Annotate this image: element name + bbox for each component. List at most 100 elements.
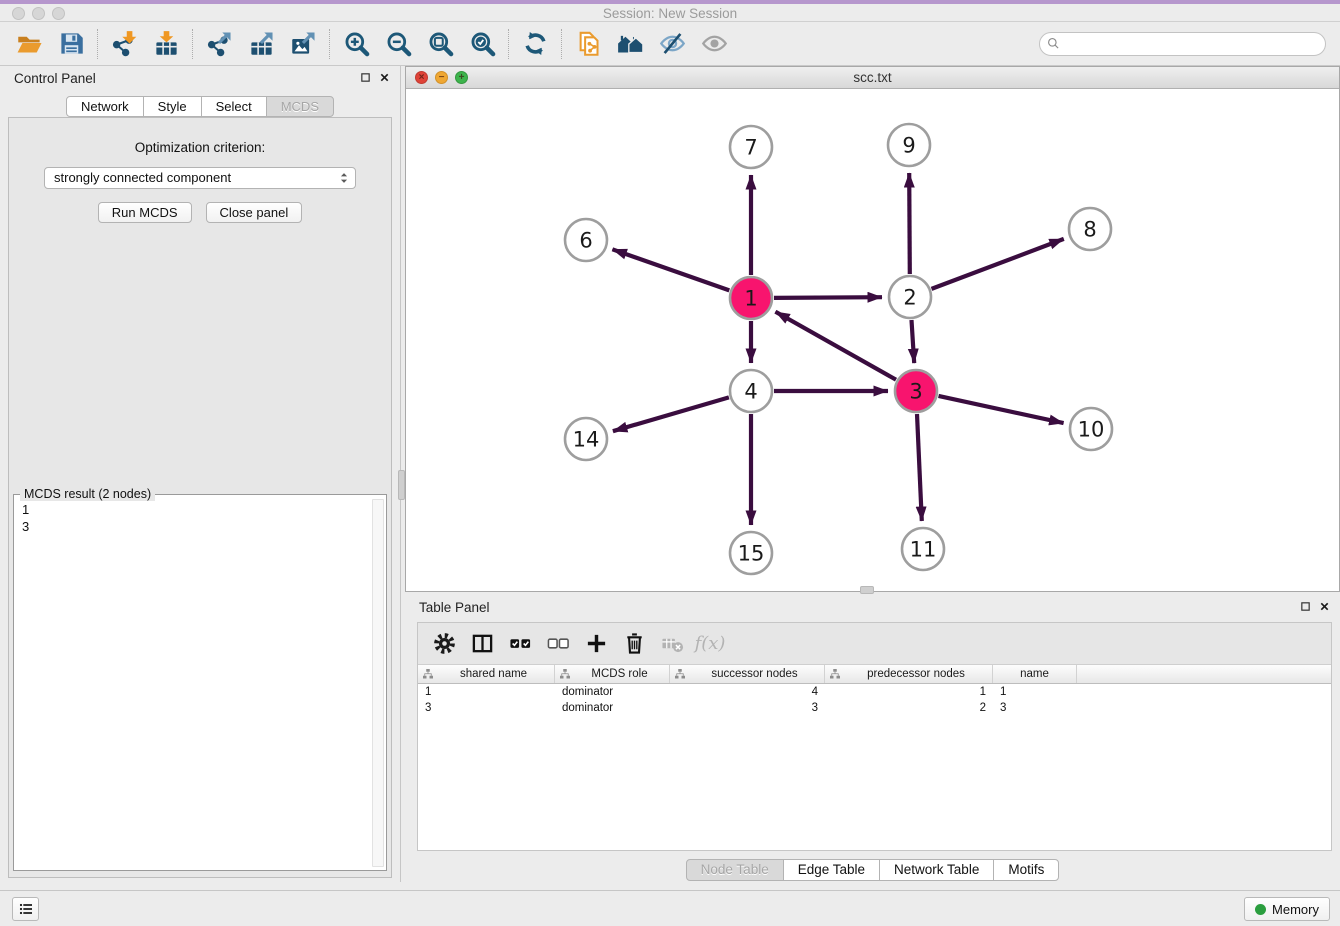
criterion-dropdown[interactable]: strongly connected component [44, 167, 356, 189]
tab-edge-table[interactable]: Edge Table [783, 859, 880, 881]
home-neighbors-button[interactable] [609, 26, 651, 62]
add-row-button[interactable] [580, 628, 612, 660]
cell-mcds-role[interactable]: dominator [555, 684, 670, 700]
run-mcds-button[interactable]: Run MCDS [98, 202, 192, 223]
export-network-button[interactable] [198, 26, 240, 62]
zoom-selected-icon [469, 30, 496, 57]
float-table-panel-icon[interactable] [1300, 601, 1311, 612]
cell-predecessor-nodes[interactable]: 2 [825, 700, 993, 716]
float-panel-icon[interactable] [360, 72, 371, 83]
tab-network-table[interactable]: Network Table [879, 859, 994, 881]
save-icon [58, 30, 85, 57]
cell-name[interactable]: 3 [993, 700, 1077, 716]
tab-mcds[interactable]: MCDS [266, 96, 334, 117]
split-columns-button[interactable] [466, 628, 498, 660]
import-network-button[interactable] [103, 26, 145, 62]
tab-motifs[interactable]: Motifs [993, 859, 1059, 881]
graph-edge-3-11[interactable] [917, 414, 922, 521]
cell-successor-nodes[interactable]: 3 [670, 700, 825, 716]
column-header-shared-name[interactable]: shared name [418, 665, 555, 683]
column-header-mcds-role[interactable]: MCDS role [555, 665, 670, 683]
horizontal-splitter-handle[interactable] [860, 586, 874, 594]
zoom-out-button[interactable] [377, 26, 419, 62]
attribute-tree-icon [422, 668, 434, 680]
column-header-predecessor-nodes[interactable]: predecessor nodes [825, 665, 993, 683]
cell-predecessor-nodes[interactable]: 1 [825, 684, 993, 700]
graph-edge-2-9[interactable] [909, 173, 910, 274]
graph-node-label-14: 14 [573, 428, 600, 452]
search-input[interactable] [1039, 32, 1326, 56]
gear-button[interactable] [428, 628, 460, 660]
graph-edge-1-2[interactable] [774, 297, 882, 298]
refresh-button[interactable] [514, 26, 556, 62]
graph-edge-2-8[interactable] [932, 239, 1064, 289]
open-folder-button[interactable] [8, 26, 50, 62]
control-panel-tabs: NetworkStyleSelectMCDS [0, 96, 400, 117]
status-bar: Memory [0, 890, 1340, 926]
graph-node-label-11: 11 [910, 538, 937, 562]
import-table-button[interactable] [145, 26, 187, 62]
toolbar-separator [508, 29, 509, 59]
mcds-result-lines: 13 [14, 499, 370, 870]
node-table-box: f(x) shared nameMCDS rolesuccessor nodes… [417, 622, 1332, 851]
graph-edge-2-3[interactable] [912, 320, 915, 363]
duplicate-network-button[interactable] [567, 26, 609, 62]
zoom-fit-button[interactable] [419, 26, 461, 62]
column-header-name[interactable]: name [993, 665, 1077, 683]
close-panel-icon[interactable] [379, 72, 390, 83]
select-all-button[interactable] [504, 628, 536, 660]
graph-edge-3-10[interactable] [939, 396, 1064, 423]
network-view-window: × − + scc.txt 7968124314101511 [405, 66, 1340, 592]
home-neighbors-icon [617, 30, 644, 57]
delete-row-button[interactable] [618, 628, 650, 660]
show-all-eye-icon [701, 30, 728, 57]
memory-button[interactable]: Memory [1244, 897, 1330, 921]
table-type-tabs: Node TableEdge TableNetwork TableMotifs [405, 859, 1340, 881]
table-rows: 1dominator4113dominator323 [418, 684, 1331, 716]
column-header-successor-nodes[interactable]: successor nodes [670, 665, 825, 683]
graph-node-label-8: 8 [1083, 218, 1096, 242]
table-toolbar: f(x) [418, 623, 1331, 665]
cell-shared-name[interactable]: 3 [418, 700, 555, 716]
graph-edge-3-1[interactable] [775, 312, 896, 380]
close-panel-button[interactable]: Close panel [206, 202, 303, 223]
table-row[interactable]: 1dominator411 [418, 684, 1331, 700]
hide-selected-eye-button[interactable] [651, 26, 693, 62]
export-image-icon [290, 30, 317, 57]
vertical-splitter-handle[interactable] [398, 470, 405, 500]
show-panels-button[interactable] [12, 897, 39, 921]
zoom-selected-button[interactable] [461, 26, 503, 62]
close-table-panel-icon[interactable] [1319, 601, 1330, 612]
window-accent-strip [0, 0, 1340, 4]
function-fx-button: f(x) [694, 628, 726, 660]
control-panel-header: Control Panel [0, 66, 400, 92]
open-folder-icon [16, 30, 43, 57]
cell-shared-name[interactable]: 1 [418, 684, 555, 700]
tab-network[interactable]: Network [66, 96, 144, 117]
network-graph-canvas[interactable]: 7968124314101511 [406, 89, 1339, 591]
zoom-in-button[interactable] [335, 26, 377, 62]
table-row[interactable]: 3dominator323 [418, 700, 1331, 716]
cell-name[interactable]: 1 [993, 684, 1077, 700]
export-table-button[interactable] [240, 26, 282, 62]
show-all-eye-button[interactable] [693, 26, 735, 62]
network-window-titlebar[interactable]: × − + scc.txt [406, 67, 1339, 89]
tab-style[interactable]: Style [143, 96, 202, 117]
cell-successor-nodes[interactable]: 4 [670, 684, 825, 700]
result-scrollbar[interactable] [372, 499, 384, 867]
export-image-button[interactable] [282, 26, 324, 62]
search-icon [1046, 36, 1062, 52]
graph-edge-4-14[interactable] [613, 397, 729, 431]
memory-status-icon [1255, 904, 1266, 915]
mcds-tab-content: Optimization criterion: strongly connect… [8, 117, 392, 878]
mcds-result-box: MCDS result (2 nodes) 13 [13, 494, 387, 871]
graph-edge-1-6[interactable] [612, 249, 729, 290]
save-button[interactable] [50, 26, 92, 62]
tab-node-table[interactable]: Node Table [686, 859, 784, 881]
tab-select[interactable]: Select [201, 96, 267, 117]
cell-mcds-role[interactable]: dominator [555, 700, 670, 716]
delete-table-icon [661, 632, 684, 655]
deselect-all-button[interactable] [542, 628, 574, 660]
hide-selected-eye-icon [659, 30, 686, 57]
main-toolbar [0, 22, 1340, 66]
